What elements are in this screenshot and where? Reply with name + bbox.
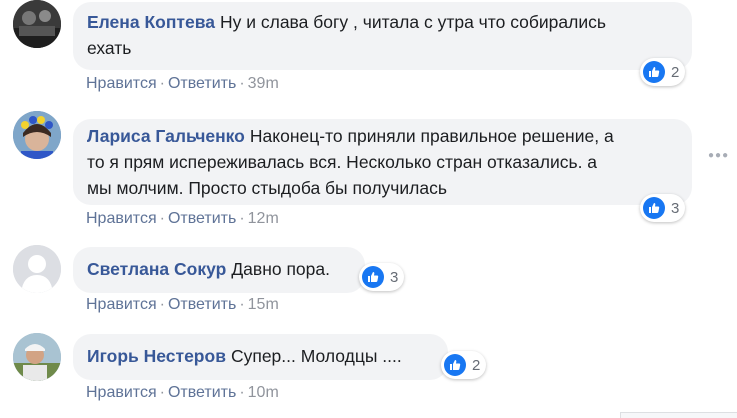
- thumbs-up-icon: [362, 266, 384, 288]
- reaction-count: 3: [390, 268, 399, 286]
- comment-text: Давно пора.: [231, 259, 330, 279]
- comment-text-continued: ехать: [87, 38, 132, 58]
- comment-author[interactable]: Светлана Сокур: [87, 259, 226, 279]
- separator: ·: [159, 296, 165, 313]
- like-link[interactable]: Нравится: [86, 75, 157, 92]
- comment-text: Ну и слава богу , читала с утра что соби…: [219, 12, 607, 32]
- comment-bubble: Светлана Сокур Давно пора.: [73, 247, 365, 293]
- avatar-photo-icon: [13, 0, 61, 48]
- reaction-count-badge[interactable]: 3: [359, 263, 405, 291]
- separator: ·: [239, 210, 245, 227]
- comment-actions: Нравится · Ответить · 10m: [86, 384, 279, 402]
- comment-text-continued: мы молчим. Просто стыдоба бы получилась: [87, 178, 447, 198]
- reply-link[interactable]: Ответить: [168, 384, 236, 401]
- ellipsis-icon[interactable]: ●●●: [708, 150, 729, 161]
- timestamp[interactable]: 15m: [248, 296, 279, 313]
- separator: ·: [239, 296, 245, 313]
- separator: ·: [159, 210, 165, 227]
- timestamp[interactable]: 12m: [248, 210, 279, 227]
- thumbs-up-icon: [643, 61, 665, 83]
- reaction-count: 3: [671, 199, 680, 217]
- comment-actions: Нравится · Ответить · 15m: [86, 296, 279, 314]
- panel-edge: [620, 412, 737, 418]
- avatar-photo-icon: [13, 111, 61, 159]
- separator: ·: [239, 384, 245, 401]
- comment-author[interactable]: Лариса Гальченко: [87, 126, 245, 146]
- avatar[interactable]: [13, 0, 61, 48]
- comment-bubble: Елена Коптева Ну и слава богу , читала с …: [73, 2, 692, 70]
- comment-actions: Нравится · Ответить · 12m: [86, 210, 279, 228]
- reaction-count-badge[interactable]: 2: [640, 58, 686, 86]
- comment-actions: Нравится · Ответить · 39m: [86, 75, 279, 93]
- avatar[interactable]: [13, 245, 61, 293]
- like-link[interactable]: Нравится: [86, 384, 157, 401]
- thumbs-up-icon: [444, 354, 466, 376]
- thumbs-up-icon: [643, 197, 665, 219]
- avatar-photo-icon: [13, 333, 61, 381]
- reply-link[interactable]: Ответить: [168, 296, 236, 313]
- reaction-count: 2: [472, 356, 481, 374]
- comment-bubble: Игорь Нестеров Супер... Молодцы ....: [73, 334, 448, 380]
- avatar[interactable]: [13, 333, 61, 381]
- like-link[interactable]: Нравится: [86, 210, 157, 227]
- reaction-count: 2: [671, 63, 680, 81]
- reaction-count-badge[interactable]: 3: [640, 194, 686, 222]
- separator: ·: [159, 75, 165, 92]
- timestamp[interactable]: 10m: [248, 384, 279, 401]
- timestamp[interactable]: 39m: [248, 75, 279, 92]
- default-avatar-icon: [13, 245, 61, 293]
- comment-bubble: Лариса Гальченко Наконец-то приняли прави…: [73, 119, 692, 205]
- separator: ·: [159, 384, 165, 401]
- comment-author[interactable]: Елена Коптева: [87, 12, 215, 32]
- comment-text: Наконец-то приняли правильное решение, а: [249, 126, 614, 146]
- avatar[interactable]: [13, 111, 61, 159]
- reaction-count-badge[interactable]: 2: [441, 351, 487, 379]
- reply-link[interactable]: Ответить: [168, 75, 236, 92]
- comment-author[interactable]: Игорь Нестеров: [87, 346, 226, 366]
- like-link[interactable]: Нравится: [86, 296, 157, 313]
- reply-link[interactable]: Ответить: [168, 210, 236, 227]
- comment-text-continued: то я прям испереживалась вся. Несколько …: [87, 152, 598, 172]
- separator: ·: [239, 75, 245, 92]
- comment-text: Супер... Молодцы ....: [230, 346, 402, 366]
